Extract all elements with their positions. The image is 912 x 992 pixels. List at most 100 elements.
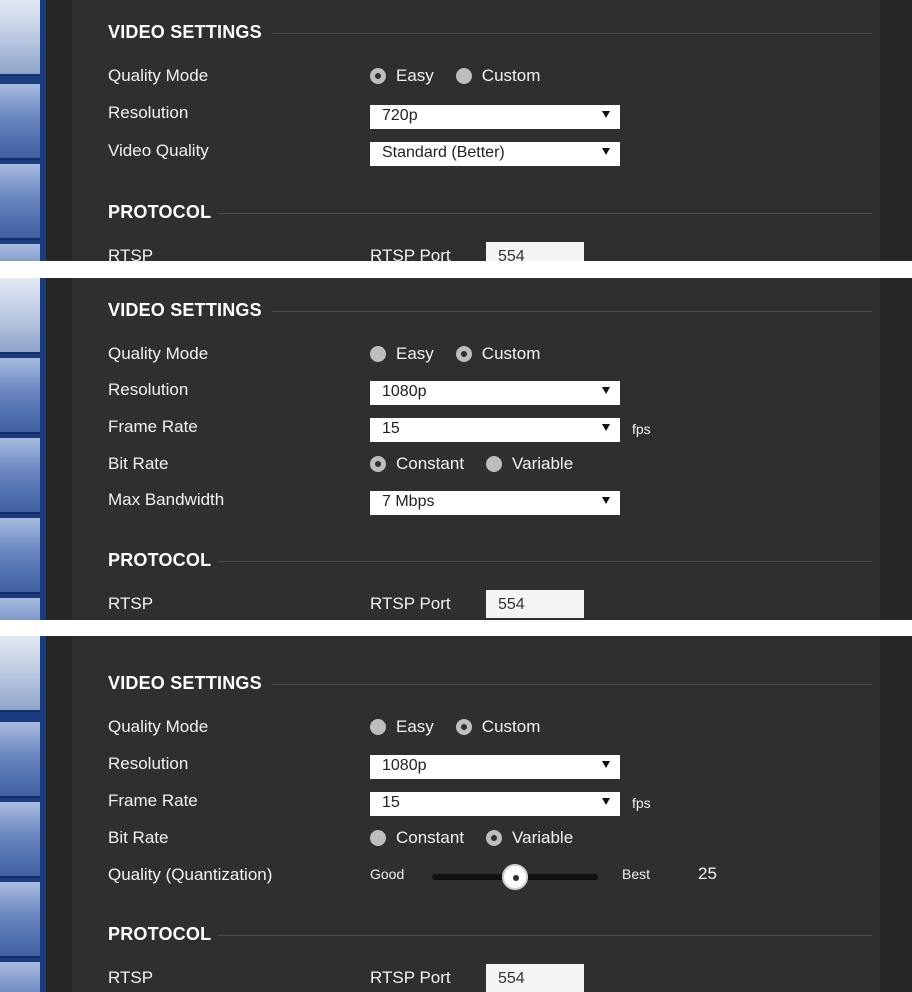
resolution-label: Resolution (108, 754, 189, 773)
frame-rate-value: 15 (382, 420, 400, 437)
resolution-label: Resolution (108, 380, 189, 399)
section-divider (218, 935, 872, 936)
settings-panel-custom-constant: VIDEO SETTINGS Quality Mode Easy Custom … (0, 278, 912, 620)
scroll-edge (880, 636, 912, 992)
radio-easy[interactable] (370, 719, 386, 735)
video-quality-label: Video Quality (108, 141, 209, 160)
frame-rate-select[interactable]: 15 (370, 418, 620, 442)
slider-min-label: Good (370, 866, 405, 882)
radio-variable[interactable] (486, 830, 503, 846)
settings-panel-easy: VIDEO SETTINGS Quality Mode Easy Custom … (0, 0, 912, 261)
resolution-select[interactable]: 1080p (370, 381, 620, 405)
quality-mode-label: Quality Mode (108, 717, 209, 736)
frame-rate-label: Frame Rate (108, 791, 198, 810)
nav-tile[interactable] (0, 518, 40, 594)
max-bandwidth-select[interactable]: 7 Mbps (370, 491, 620, 515)
radio-easy-label: Easy (396, 66, 434, 85)
quantization-slider-group: Good Best 25 (370, 864, 717, 892)
rtsp-port-label: RTSP Port (370, 968, 451, 987)
settings-content: VIDEO SETTINGS Quality Mode Easy Custom … (72, 278, 880, 620)
quality-mode-label: Quality Mode (108, 66, 209, 85)
radio-easy-label: Easy (396, 344, 434, 363)
nav-tile[interactable] (0, 722, 40, 798)
radio-custom-label: Custom (481, 344, 541, 363)
radio-custom[interactable] (455, 346, 472, 362)
nav-tile[interactable] (0, 244, 40, 261)
settings-content: VIDEO SETTINGS Quality Mode Easy Custom … (72, 0, 880, 261)
rtsp-port-input[interactable]: 554 (486, 590, 584, 618)
video-quality-value: Standard (Better) (382, 144, 505, 161)
nav-tile[interactable] (0, 438, 40, 514)
nav-tile[interactable] (0, 0, 40, 76)
section-title-protocol: PROTOCOL (108, 550, 212, 570)
quality-mode-radio-group: Easy Custom (370, 717, 562, 737)
nav-tile[interactable] (0, 802, 40, 878)
left-navigation (0, 636, 46, 992)
quality-mode-radio-group: Easy Custom (370, 344, 562, 364)
slider-max-label: Best (622, 866, 651, 882)
bit-rate-radio-group: Constant Variable (370, 828, 595, 848)
nav-tile[interactable] (0, 278, 40, 354)
nav-tile[interactable] (0, 598, 40, 620)
section-title-protocol: PROTOCOL (108, 202, 212, 222)
section-divider (272, 684, 872, 685)
divider (46, 636, 72, 992)
divider (46, 278, 72, 620)
left-navigation (0, 0, 46, 261)
section-divider (218, 213, 872, 214)
rtsp-port-input[interactable]: 554 (486, 964, 584, 992)
nav-tile[interactable] (0, 636, 40, 712)
settings-panel-custom-variable: VIDEO SETTINGS Quality Mode Easy Custom … (0, 636, 912, 992)
radio-custom-label: Custom (481, 717, 541, 736)
nav-tile[interactable] (0, 358, 40, 434)
dropdown-arrow-icon (602, 497, 610, 504)
radio-variable[interactable] (486, 456, 503, 472)
radio-easy[interactable] (370, 346, 386, 362)
video-quality-select[interactable]: Standard (Better) (370, 142, 620, 166)
section-divider (218, 561, 872, 562)
fps-unit-label: fps (632, 421, 651, 437)
resolution-label: Resolution (108, 103, 189, 122)
section-divider (272, 311, 872, 312)
dropdown-arrow-icon (602, 424, 610, 431)
dropdown-arrow-icon (602, 111, 610, 118)
nav-tile[interactable] (0, 84, 40, 160)
scroll-edge (880, 278, 912, 620)
radio-constant-label: Constant (396, 454, 465, 473)
quantization-slider-track[interactable] (432, 864, 598, 890)
quantization-label: Quality (Quantization) (108, 865, 273, 884)
radio-custom[interactable] (455, 68, 472, 84)
radio-constant[interactable] (370, 830, 386, 846)
dropdown-arrow-icon (602, 761, 610, 768)
max-bandwidth-label: Max Bandwidth (108, 490, 225, 509)
section-divider (272, 33, 872, 34)
rtsp-label: RTSP (108, 246, 154, 261)
nav-tile[interactable] (0, 962, 40, 992)
radio-variable-label: Variable (512, 828, 574, 847)
frame-rate-select[interactable]: 15 (370, 792, 620, 816)
max-bandwidth-value: 7 Mbps (382, 493, 435, 510)
section-title-protocol: PROTOCOL (108, 924, 212, 944)
left-navigation (0, 278, 46, 620)
resolution-select[interactable]: 1080p (370, 755, 620, 779)
radio-variable-label: Variable (512, 454, 574, 473)
radio-constant[interactable] (370, 456, 386, 472)
resolution-value: 720p (382, 107, 418, 124)
resolution-select[interactable]: 720p (370, 105, 620, 129)
radio-custom[interactable] (455, 719, 472, 735)
quality-mode-label: Quality Mode (108, 344, 209, 363)
settings-content: VIDEO SETTINGS Quality Mode Easy Custom … (72, 636, 880, 992)
section-title-video-settings: VIDEO SETTINGS (108, 673, 262, 693)
quantization-slider-thumb[interactable] (502, 864, 528, 890)
rtsp-port-label: RTSP Port (370, 246, 451, 261)
section-title-video-settings: VIDEO SETTINGS (108, 22, 262, 42)
nav-tile[interactable] (0, 164, 40, 240)
nav-tile[interactable] (0, 882, 40, 958)
quantization-value: 25 (698, 864, 717, 883)
bit-rate-radio-group: Constant Variable (370, 454, 595, 474)
bit-rate-label: Bit Rate (108, 828, 169, 847)
radio-easy-label: Easy (396, 717, 434, 736)
radio-easy[interactable] (370, 68, 386, 84)
rtsp-port-input[interactable]: 554 (486, 242, 584, 261)
frame-rate-label: Frame Rate (108, 417, 198, 436)
